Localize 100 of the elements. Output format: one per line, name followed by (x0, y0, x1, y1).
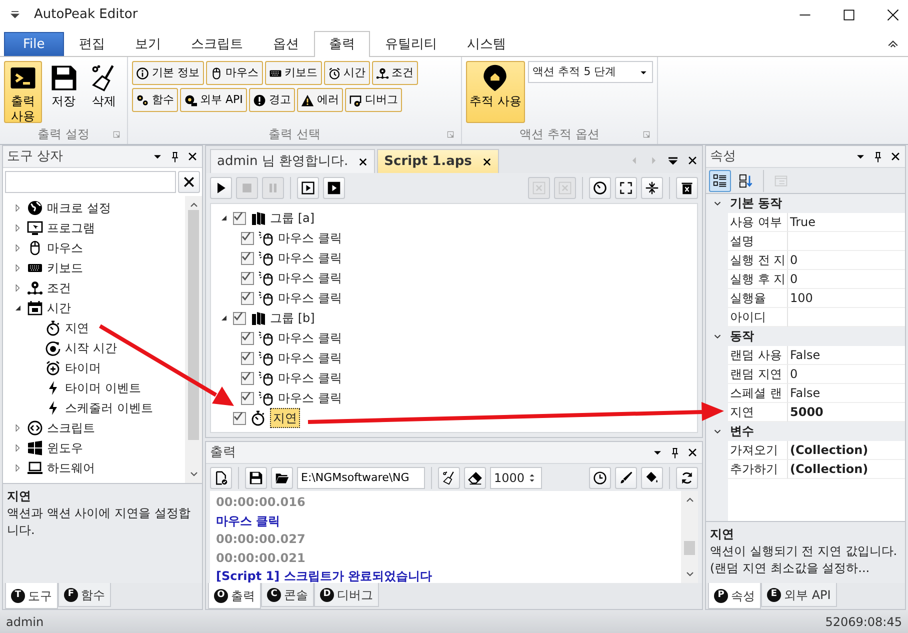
tree-item[interactable]: 마우스 클릭 (278, 249, 342, 267)
toggle-button[interactable]: 기본 정보 (132, 61, 204, 85)
tree-item[interactable]: 매크로 설정 (47, 199, 111, 217)
document-tab[interactable]: admin 님 환영합니다. (210, 149, 376, 173)
toolbar-button[interactable] (297, 177, 319, 199)
toggle-button[interactable]: 시간 (324, 61, 370, 85)
ribbon-tab[interactable]: 편집 (64, 32, 120, 56)
tree-item[interactable]: 타이머 이벤트 (65, 379, 141, 397)
menu-icon[interactable] (667, 155, 679, 167)
toolbar-button[interactable] (709, 170, 731, 192)
tree-item[interactable]: 마우스 클릭 (278, 329, 342, 347)
property-value[interactable]: (Collection) (788, 441, 905, 460)
maximize-icon[interactable] (842, 8, 856, 22)
checkbox[interactable] (241, 252, 254, 264)
checkbox[interactable] (233, 412, 246, 424)
close-icon[interactable] (886, 8, 900, 22)
toggle-button[interactable]: 조건 (372, 61, 418, 85)
tree-item[interactable]: 마우스 클릭 (278, 369, 342, 387)
toolbar-button[interactable] (615, 177, 637, 199)
property-value[interactable]: True (788, 213, 905, 232)
ribbon-tab[interactable]: 스크립트 (176, 32, 258, 56)
toolbar-button[interactable] (210, 177, 232, 199)
toolbar-button[interactable] (245, 466, 267, 488)
panel-tab[interactable]: T 도구 (5, 583, 58, 609)
toggle-button[interactable]: 함수 (132, 88, 178, 112)
scroll-thumb[interactable] (188, 210, 199, 440)
toolbar-button[interactable] (615, 466, 637, 488)
tree-item[interactable]: 윈도우 (47, 439, 83, 457)
panel-tab[interactable]: C 콘솔 (261, 583, 314, 607)
tree-item[interactable]: 마우스 클릭 (278, 229, 342, 247)
tree-item[interactable]: 마우스 클릭 (278, 389, 342, 407)
panel-tab[interactable]: E 외부 API (761, 583, 837, 607)
toggle-button[interactable]: 경고 (248, 88, 295, 112)
property-value[interactable]: False (788, 384, 905, 403)
checkbox[interactable] (241, 392, 254, 404)
ribbon-tab[interactable]: 유틸리티 (370, 32, 452, 56)
property-value[interactable]: 100 (788, 289, 905, 308)
toggle-button[interactable]: 외부 API (180, 88, 247, 112)
tree-item[interactable]: 시간 (47, 299, 71, 317)
ribbon-tab[interactable]: 시스템 (452, 32, 521, 56)
ribbon-button[interactable]: 출력 사용 (4, 61, 42, 123)
ribbon-button[interactable]: 추적 사용 (466, 61, 525, 123)
panel-tab[interactable]: D 디버그 (314, 583, 379, 607)
tree-item[interactable]: 프로그램 (47, 219, 95, 237)
property-value[interactable]: 0 (788, 251, 905, 270)
checkbox[interactable] (241, 332, 254, 344)
tree-item[interactable]: 그룹 [a] (270, 209, 315, 227)
ribbon-tab[interactable]: 옵션 (258, 32, 314, 56)
toggle-button[interactable]: 디버그 (344, 88, 402, 112)
tree-item[interactable]: 시작 시간 (65, 339, 117, 357)
scrollbar[interactable] (681, 491, 698, 583)
tree-item[interactable]: 하드웨어 (47, 459, 95, 477)
trace-level-dropdown[interactable]: 액션 추적 5 단계 (528, 61, 653, 83)
tree-item[interactable]: 마우스 클릭 (278, 349, 342, 367)
toolbar-button[interactable] (589, 177, 611, 199)
toolbar-button[interactable] (676, 466, 698, 488)
checkbox[interactable] (241, 352, 254, 364)
clear-search-button[interactable] (178, 171, 200, 193)
tree-item[interactable]: 마우스 (47, 239, 83, 257)
tree-item[interactable]: 지연 (65, 319, 89, 337)
tree-item[interactable]: 키보드 (47, 259, 83, 277)
toolbar-button[interactable] (464, 466, 486, 488)
pin-icon[interactable] (169, 150, 181, 162)
toggle-button[interactable]: 마우스 (206, 61, 262, 85)
toolbar-button[interactable] (641, 177, 663, 199)
file-menu-tab[interactable]: File (4, 32, 64, 56)
scrollbar[interactable] (185, 196, 202, 483)
tree-item[interactable]: 스케줄러 이벤트 (65, 399, 153, 417)
pin-icon[interactable] (669, 446, 681, 458)
expander-icon[interactable] (219, 213, 229, 223)
tree-item[interactable]: 조건 (47, 279, 71, 297)
checkbox[interactable] (241, 292, 254, 304)
close-icon[interactable] (890, 151, 901, 162)
tree-item[interactable]: 타이머 (65, 359, 101, 377)
toolbar-button[interactable] (641, 466, 663, 488)
checkbox[interactable] (233, 212, 246, 224)
tree-item[interactable]: 지연 (270, 408, 300, 428)
toolbar-button[interactable] (676, 177, 698, 199)
expander-icon[interactable] (219, 313, 229, 323)
checkbox[interactable] (241, 272, 254, 284)
panel-tab[interactable]: F 함수 (58, 583, 111, 607)
number-spinner[interactable]: 1000 (490, 466, 542, 488)
toolbar-button[interactable] (323, 177, 345, 199)
property-value[interactable]: 0 (788, 365, 905, 384)
search-field[interactable] (5, 171, 176, 193)
close-icon[interactable] (687, 447, 698, 458)
ribbon-button[interactable]: 저장 (44, 61, 82, 123)
close-icon[interactable] (687, 155, 698, 166)
checkbox[interactable] (241, 372, 254, 384)
property-value[interactable]: (Collection) (788, 460, 905, 479)
toggle-button[interactable]: 에러 (296, 88, 343, 112)
toggle-button[interactable]: 키보드 (264, 61, 322, 85)
ribbon-tab[interactable]: 보기 (120, 32, 176, 56)
scroll-thumb[interactable] (684, 541, 695, 555)
toolbar-button[interactable] (589, 466, 611, 488)
tree-item[interactable]: 마우스 클릭 (278, 289, 342, 307)
tree-item[interactable]: 스크립트 (47, 419, 95, 437)
tree-item[interactable]: 그룹 [b] (270, 309, 315, 327)
pin-icon[interactable] (872, 150, 884, 162)
property-value[interactable]: False (788, 346, 905, 365)
